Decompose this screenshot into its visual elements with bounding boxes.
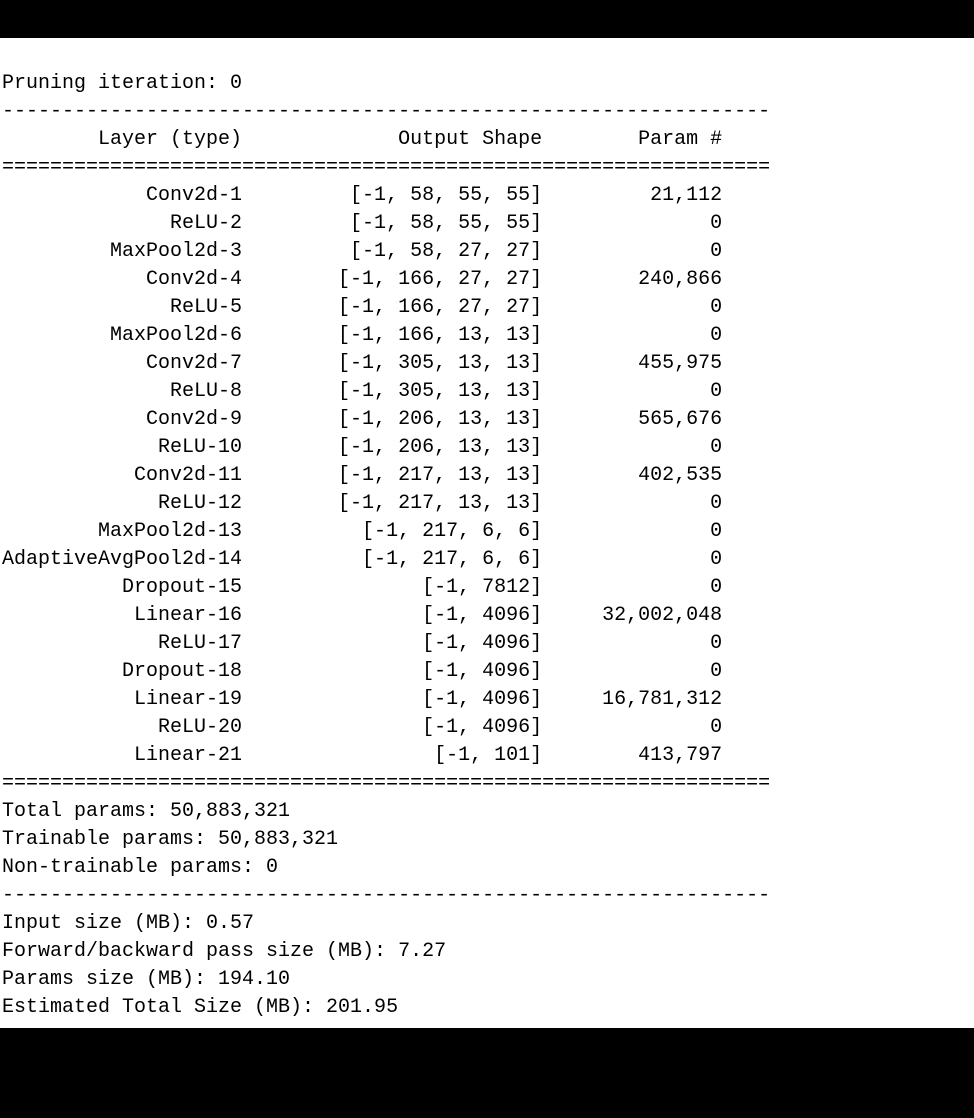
terminal-content: Pruning iteration: 0 -------------------… bbox=[0, 38, 974, 1028]
model-summary-output: Pruning iteration: 0 -------------------… bbox=[0, 66, 974, 1054]
